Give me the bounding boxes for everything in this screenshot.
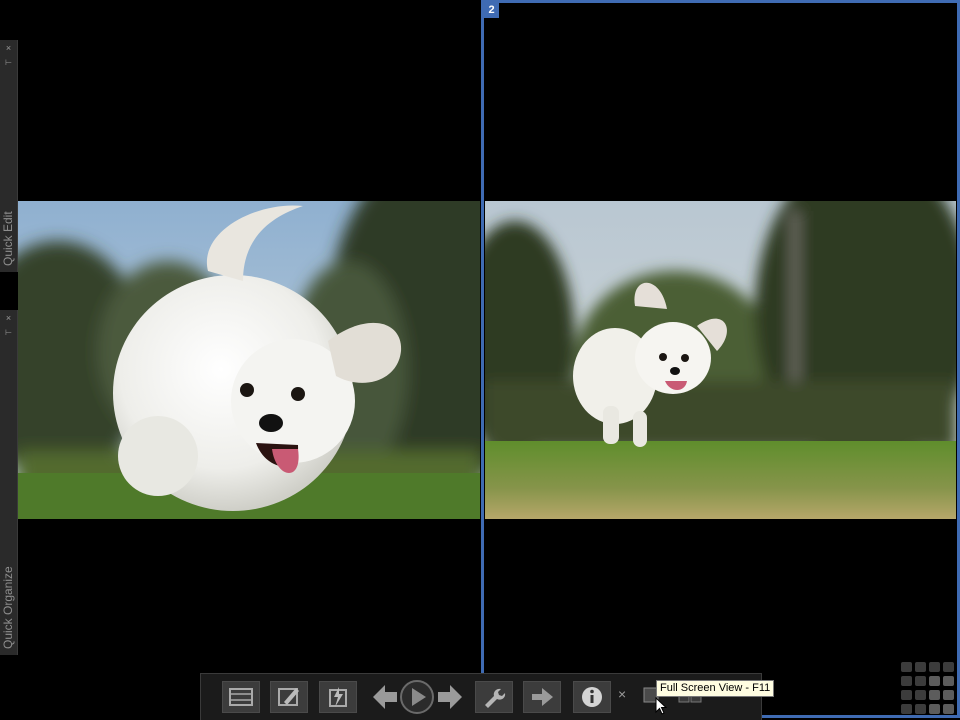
dog-running-image xyxy=(485,201,956,519)
quick-organize-label-wrap: Quick Organize xyxy=(0,449,17,649)
panel-close-icon[interactable]: × xyxy=(0,43,17,53)
panel-close-icon[interactable]: × xyxy=(0,313,17,323)
viewer-pane-1[interactable] xyxy=(18,0,480,720)
share-arrow-icon xyxy=(532,688,553,706)
grid-view-icon[interactable] xyxy=(899,660,957,718)
previous-arrow-icon xyxy=(373,685,397,709)
play-icon xyxy=(400,680,434,714)
filmstrip-button[interactable] xyxy=(222,681,260,713)
next-arrow-icon xyxy=(438,685,462,709)
active-pane-number: 2 xyxy=(484,3,499,18)
viewer-pane-2[interactable]: 2 xyxy=(481,0,960,718)
mouse-cursor-icon xyxy=(655,697,667,715)
next-button[interactable] xyxy=(436,679,464,720)
quick-edit-label: Quick Edit xyxy=(1,211,15,266)
quick-fix-button[interactable] xyxy=(319,681,357,713)
quick-edit-panel-tab[interactable]: × ⊢ Quick Edit xyxy=(0,40,18,272)
info-button[interactable] xyxy=(573,681,611,713)
dog-close-up-image xyxy=(18,201,480,519)
photo-dog-close-up[interactable] xyxy=(18,201,480,519)
quick-edit-label-wrap: Quick Edit xyxy=(0,66,17,266)
info-icon xyxy=(582,687,602,707)
quick-organize-label: Quick Organize xyxy=(1,566,15,649)
quick-fix-icon xyxy=(329,687,347,707)
photo-viewer-window: × ⊢ Quick Edit × ⊢ Quick Organize 2 × Fu… xyxy=(0,0,960,720)
wrench-icon xyxy=(485,688,506,708)
panel-pin-icon[interactable]: ⊢ xyxy=(0,328,17,338)
edit-button[interactable] xyxy=(270,681,308,713)
previous-button[interactable] xyxy=(371,679,399,720)
play-button[interactable] xyxy=(398,677,436,720)
filmstrip-icon xyxy=(229,688,253,706)
edit-icon xyxy=(278,688,299,706)
full-screen-tooltip: Full Screen View - F11 xyxy=(656,680,775,697)
close-icon[interactable]: × xyxy=(618,687,626,701)
adjust-button[interactable] xyxy=(475,681,513,713)
photo-dog-running[interactable] xyxy=(485,201,956,519)
quick-organize-panel-tab[interactable]: × ⊢ Quick Organize xyxy=(0,310,18,655)
share-button[interactable] xyxy=(523,681,561,713)
